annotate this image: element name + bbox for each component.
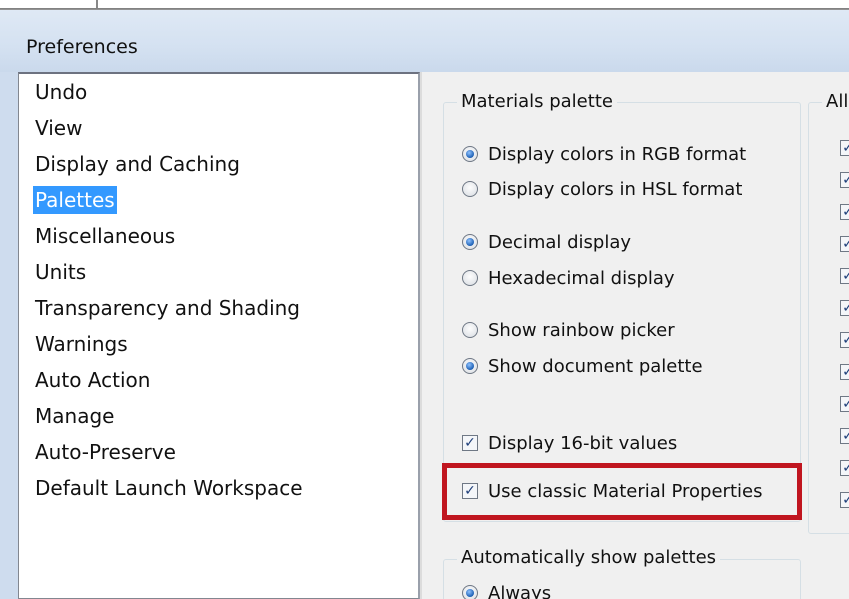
category-item-warnings[interactable]: Warnings [33,330,130,358]
always-show-radio-button[interactable] [462,585,478,599]
right-option-checkbox[interactable]: ✓ [840,172,849,188]
hexadecimal-display-radio-button[interactable] [462,270,478,286]
right-option-checkbox[interactable]: ✓ [840,300,849,316]
right-option-checkbox[interactable]: ✓ [840,204,849,220]
category-item-auto-preserve[interactable]: Auto-Preserve [33,438,178,466]
category-list[interactable]: Undo View Display and Caching Palettes M… [18,72,420,599]
decimal-display-label: Decimal display [488,231,632,253]
category-item-display-and-caching[interactable]: Display and Caching [33,150,242,178]
category-item-auto-action[interactable]: Auto Action [33,366,152,394]
top-edge [0,0,849,10]
window-frame [0,72,18,599]
hexadecimal-display-radio[interactable]: Hexadecimal display [462,266,675,290]
right-option-checkbox[interactable]: ✓ [840,140,849,156]
title-bar[interactable]: Preferences [0,10,849,72]
document-palette-radio[interactable]: Show document palette [462,354,703,378]
top-edge-notch [96,0,98,8]
hsl-format-radio-button[interactable] [462,181,478,197]
decimal-display-radio[interactable]: Decimal display [462,230,631,254]
right-option-checkbox[interactable]: ✓ [840,428,849,444]
rgb-format-radio[interactable]: Display colors in RGB format [462,142,746,166]
rgb-format-label: Display colors in RGB format [488,143,747,165]
always-show-radio[interactable]: Always [462,581,551,599]
category-item-units[interactable]: Units [33,258,88,286]
sixteen-bit-check-icon[interactable]: ✓ [462,435,478,451]
right-option-checkbox[interactable]: ✓ [840,396,849,412]
decimal-display-radio-button[interactable] [462,234,478,250]
right-option-checkbox[interactable]: ✓ [840,268,849,284]
category-item-default-launch-workspace[interactable]: Default Launch Workspace [33,474,305,502]
materials-palette-caption: Materials palette [457,91,617,112]
category-item-transparency-and-shading[interactable]: Transparency and Shading [33,294,302,322]
rainbow-picker-label: Show rainbow picker [488,319,675,341]
right-option-checkbox[interactable]: ✓ [840,332,849,348]
document-palette-label: Show document palette [488,355,703,377]
rgb-format-radio-button[interactable] [462,146,478,162]
rainbow-picker-radio-button[interactable] [462,322,478,338]
always-show-label: Always [488,582,552,599]
right-option-checkbox[interactable]: ✓ [840,236,849,252]
rainbow-picker-radio[interactable]: Show rainbow picker [462,318,675,342]
right-option-checkbox[interactable]: ✓ [840,492,849,508]
sixteen-bit-label: Display 16-bit values [488,432,678,454]
category-item-undo[interactable]: Undo [33,78,89,106]
right-option-checkbox[interactable]: ✓ [840,460,849,476]
category-item-miscellaneous[interactable]: Miscellaneous [33,222,177,250]
window-title: Preferences [26,36,138,58]
auto-show-palettes-caption: Automatically show palettes [457,547,721,568]
hsl-format-radio[interactable]: Display colors in HSL format [462,177,742,201]
category-item-palettes[interactable]: Palettes [33,186,117,214]
right-option-checkbox[interactable]: ✓ [840,364,849,380]
hsl-format-label: Display colors in HSL format [488,178,743,200]
category-item-manage[interactable]: Manage [33,402,116,430]
hexadecimal-display-label: Hexadecimal display [488,267,675,289]
sixteen-bit-checkbox[interactable]: ✓ Display 16-bit values [462,431,677,455]
highlight-annotation [442,463,802,520]
category-item-view[interactable]: View [33,114,84,142]
document-palette-radio-button[interactable] [462,358,478,374]
right-options-checkboxes: ✓ ✓ ✓ ✓ ✓ ✓ ✓ ✓ ✓ ✓ ✓ ✓ [840,0,849,599]
